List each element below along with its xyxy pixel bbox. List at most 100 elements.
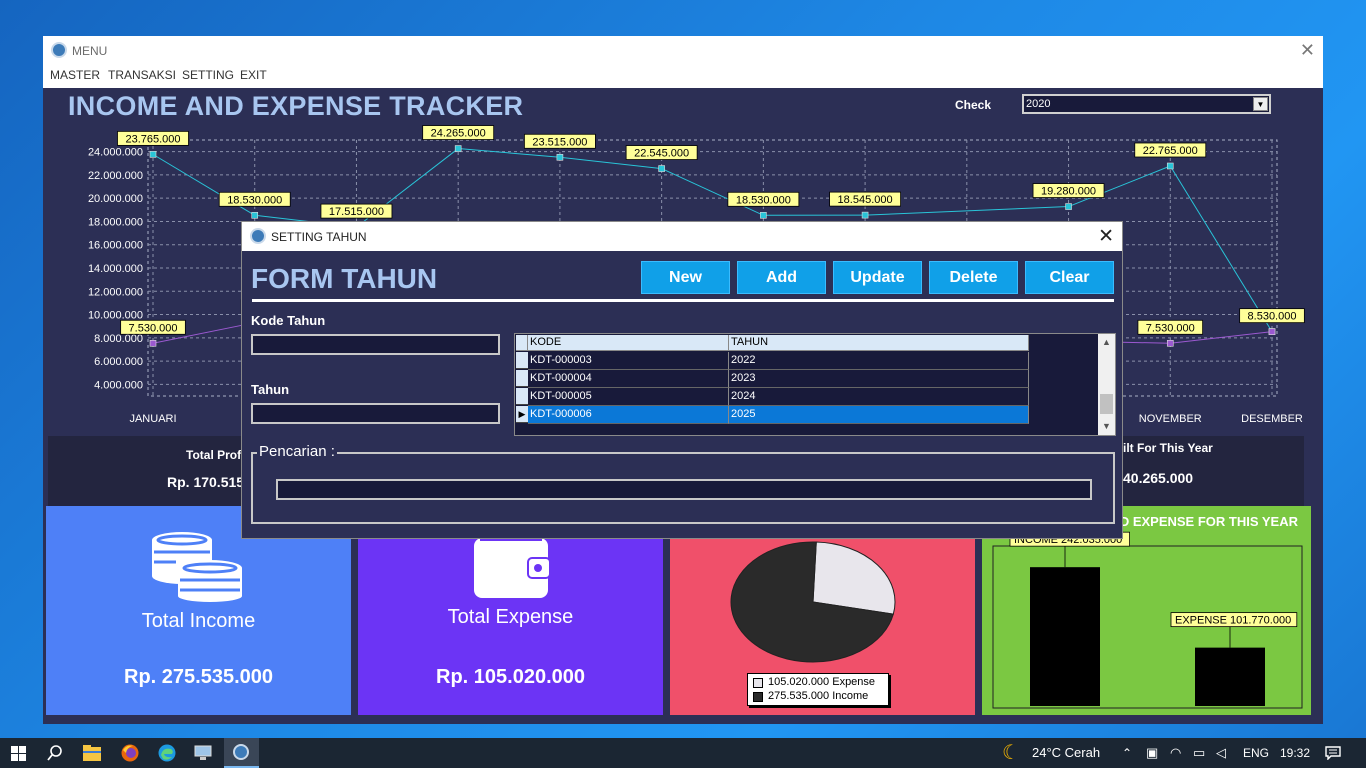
data-label: 17.515.000 (329, 206, 384, 218)
column-header-kode[interactable]: KODE (528, 335, 729, 351)
data-label: 24.265.000 (431, 128, 486, 140)
data-label: 8.530.000 (1248, 311, 1297, 323)
row-selector[interactable] (516, 352, 528, 369)
weather-text[interactable]: 24°C Cerah (1032, 738, 1100, 768)
windows-start-icon[interactable] (11, 746, 26, 761)
update-button[interactable]: Update (833, 261, 922, 294)
data-label: 22.765.000 (1143, 145, 1198, 157)
search-icon[interactable] (47, 745, 63, 761)
y-tick-label: 24.000.000 (88, 147, 143, 159)
y-tick-label: 6.000.000 (94, 356, 143, 368)
scroll-thumb[interactable] (1100, 394, 1113, 414)
table-cell-kode[interactable]: KDT-000003 (528, 352, 729, 370)
form-title: FORM TAHUN (251, 263, 438, 294)
series-0-point (861, 211, 869, 219)
legend-swatch-income (753, 692, 763, 702)
bar-label: EXPENSE 101.770.000 (1175, 615, 1291, 627)
add-button[interactable]: Add (737, 261, 826, 294)
series-0-point (1065, 203, 1072, 210)
menubar: MASTER TRANSAKSI SETTING EXIT (43, 66, 1323, 88)
table-cell-tahun[interactable]: 2023 (729, 370, 1029, 388)
clock[interactable]: 19:32 (1280, 738, 1310, 768)
selected-row-indicator-icon[interactable]: ▶ (516, 406, 528, 423)
legend-expense: 105.020.000 Expense (768, 676, 876, 688)
coins-icon (152, 532, 242, 602)
y-tick-label: 22.000.000 (88, 170, 143, 182)
main-close-icon[interactable]: ✕ (1300, 40, 1315, 61)
pc-app-icon[interactable] (194, 745, 212, 761)
menu-setting[interactable]: SETTING (182, 68, 234, 82)
table-cell-tahun[interactable]: 2022 (729, 352, 1029, 370)
y-tick-label: 20.000.000 (88, 193, 143, 205)
row-selector[interactable] (516, 388, 528, 405)
y-tick-label: 12.000.000 (88, 286, 143, 298)
data-label: 19.280.000 (1041, 186, 1096, 198)
title-divider (252, 299, 1114, 302)
table-cell-tahun-selected[interactable]: 2025 (729, 406, 1029, 424)
total-expense-value: Rp. 105.020.000 (436, 666, 585, 688)
search-group: Pencarian : (251, 443, 1115, 524)
y-tick-label: 14.000.000 (88, 263, 143, 275)
total-expense-caption: Total Expense (447, 606, 574, 628)
total-profit-label: Total Prof (186, 448, 242, 462)
x-tick-label: NOVEMBER (1139, 413, 1202, 425)
tahun-label: Tahun (251, 382, 290, 397)
legend-swatch-expense (753, 678, 763, 688)
edge-icon[interactable] (158, 744, 176, 762)
new-button[interactable]: New (641, 261, 730, 294)
pie-legend: 105.020.000 Expense 275.535.000 Income (747, 673, 889, 706)
tahun-input[interactable] (251, 403, 500, 424)
y-tick-label: 4.000.000 (94, 379, 143, 391)
total-income-value: Rp. 275.535.000 (124, 666, 273, 688)
meet-icon[interactable]: ▣ (1146, 738, 1158, 768)
y-tick-label: 10.000.000 (88, 310, 143, 322)
wifi-icon[interactable]: ◠ (1170, 738, 1181, 768)
series-0-point (658, 165, 665, 172)
table-scrollbar[interactable]: ▲ ▼ (1098, 334, 1115, 435)
bar-income (1030, 567, 1100, 706)
pie-slice-expense (812, 541, 896, 615)
battery-icon[interactable]: ▭ (1193, 738, 1205, 768)
series-0-segment (458, 148, 560, 158)
column-header-tahun[interactable]: TAHUN (729, 335, 1029, 351)
data-label: 23.765.000 (125, 133, 180, 145)
series-1-point (149, 339, 157, 347)
tahun-table[interactable]: KODE TAHUN KDT-000003 2022 KDT-000004 20… (514, 333, 1116, 436)
row-selector[interactable] (516, 370, 528, 387)
moon-weather-icon[interactable]: ☾ (1002, 738, 1020, 768)
delete-button[interactable]: Delete (929, 261, 1018, 294)
language-indicator[interactable]: ENG (1243, 738, 1269, 768)
main-titlebar: MENU ✕ (43, 36, 1323, 66)
table-cell-kode[interactable]: KDT-000004 (528, 370, 729, 388)
table-cell-kode[interactable]: KDT-000005 (528, 388, 729, 406)
data-label: 23.515.000 (532, 136, 587, 148)
result-value: 40.265.000 (1123, 470, 1194, 486)
menu-exit[interactable]: EXIT (240, 68, 267, 82)
kode-tahun-input[interactable] (251, 334, 500, 355)
table-cell-tahun[interactable]: 2024 (729, 388, 1029, 406)
table-cell-kode-selected[interactable]: KDT-000006 (528, 406, 729, 424)
dialog-close-icon[interactable]: ✕ (1098, 225, 1114, 248)
legend-income: 275.535.000 Income (768, 690, 869, 702)
search-input[interactable] (276, 479, 1092, 500)
dialog-titlebar: SETTING TAHUN ✕ (242, 222, 1122, 251)
data-label: 7.530.000 (129, 322, 178, 334)
notification-icon[interactable] (1325, 746, 1341, 760)
menu-master[interactable]: MASTER (50, 68, 100, 82)
chevron-up-icon[interactable]: ⌃ (1122, 738, 1132, 768)
wallet-icon (474, 538, 551, 598)
menu-transaksi[interactable]: TRANSAKSI (108, 68, 176, 82)
total-income-caption: Total Income (141, 610, 256, 632)
clear-button[interactable]: Clear (1025, 261, 1114, 294)
taskbar: ☾ 24°C Cerah ⌃ ▣ ◠ ▭ ◁ ENG 19:32 (0, 738, 1366, 768)
volume-icon[interactable]: ◁ (1216, 738, 1226, 768)
scroll-up-icon[interactable]: ▲ (1098, 334, 1115, 351)
scroll-down-icon[interactable]: ▼ (1098, 418, 1115, 435)
file-explorer-icon[interactable] (83, 745, 101, 761)
series-1-point (1268, 328, 1276, 335)
active-app-taskbar-item[interactable] (224, 738, 259, 768)
firefox-icon[interactable] (121, 744, 139, 762)
setting-tahun-dialog: SETTING TAHUN ✕ FORM TAHUN New Add Updat… (241, 221, 1123, 539)
data-label: 7.530.000 (1146, 322, 1195, 334)
row-header-corner (516, 335, 528, 351)
